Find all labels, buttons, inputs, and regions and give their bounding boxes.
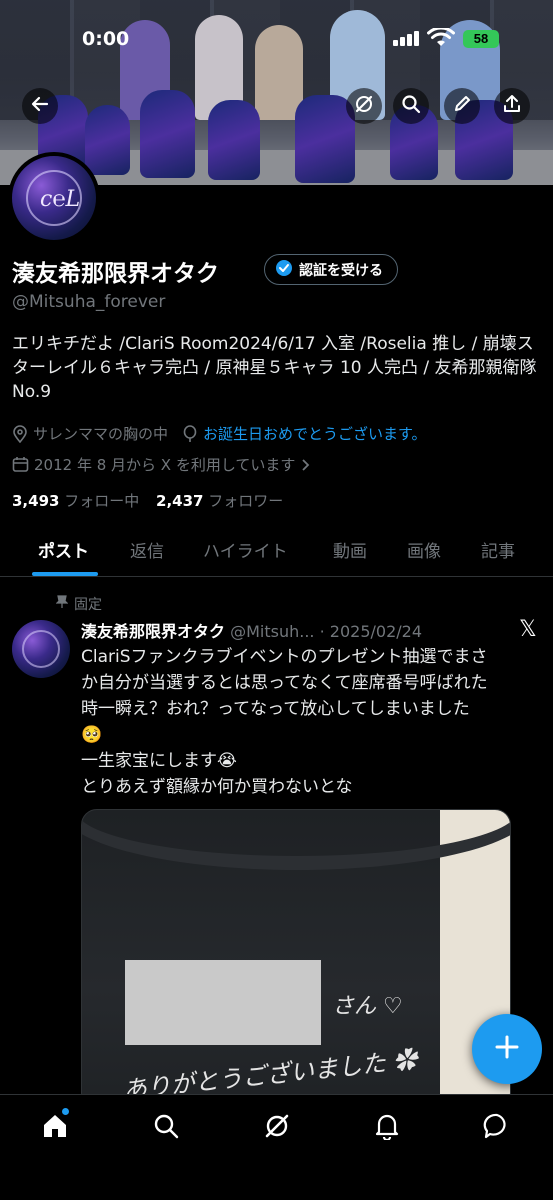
profile-avatar[interactable]: c℮L: [8, 152, 100, 244]
get-verified-label: 認証を受ける: [299, 262, 383, 279]
signal-icon: [393, 30, 421, 46]
x-logo-icon[interactable]: 𝕏: [519, 617, 537, 642]
followers-link[interactable]: 2,437 フォロワー: [156, 492, 283, 510]
wifi-icon: [427, 26, 455, 52]
banner-person: [208, 100, 260, 180]
active-tab-indicator: [32, 572, 98, 576]
tweet-author-name[interactable]: 湊友希那限界オタク: [81, 622, 225, 641]
banner-person: [140, 90, 195, 178]
following-link[interactable]: 3,493 フォロー中: [12, 492, 139, 510]
nav-home[interactable]: [40, 1113, 70, 1143]
followers-label: フォロワー: [208, 492, 284, 510]
notifications-icon: [374, 1112, 400, 1144]
search-icon: [153, 1113, 179, 1143]
battery-indicator: 58: [463, 30, 499, 48]
tweet-text-line: 一生家宝にします😭: [81, 751, 237, 771]
grok-button[interactable]: [346, 88, 382, 124]
tab-highlights[interactable]: ハイライト: [203, 537, 288, 562]
get-verified-button[interactable]: 認証を受ける: [264, 254, 398, 285]
back-button[interactable]: [22, 88, 58, 124]
nav-notifications[interactable]: [372, 1113, 402, 1143]
tab-replies[interactable]: 返信: [130, 537, 164, 562]
balloon-icon: [182, 424, 198, 443]
following-label: フォロー中: [64, 492, 140, 510]
avatar-logo: c℮L: [40, 187, 81, 212]
plus-icon: [494, 1034, 520, 1064]
profile-stats: 3,493 フォロー中 2,437 フォロワー: [12, 490, 283, 511]
tweet-date[interactable]: · 2025/02/24: [320, 622, 422, 641]
messages-icon: [483, 1112, 511, 1144]
tab-articles[interactable]: 記事: [481, 537, 515, 562]
nav-grok[interactable]: [262, 1113, 292, 1143]
search-icon: [401, 94, 421, 118]
pin-icon: [55, 595, 69, 613]
joined-row: 2012 年 8 月から X を利用しています: [12, 454, 316, 475]
tweet-media-image[interactable]: さん ♡ ありがとうございました ✿: [81, 809, 511, 1109]
search-button[interactable]: [393, 88, 429, 124]
tweet-header: 湊友希那限界オタク @Mitsuh... · 2025/02/24: [81, 618, 422, 642]
media-redacted-area: [125, 960, 321, 1045]
tweet-text-line: 時一瞬え？おれ？ってなって放心してしまいました: [81, 699, 470, 719]
status-time: 0:00: [82, 28, 130, 50]
pinned-label: 固定: [74, 597, 102, 613]
status-bar: 0:00 58: [0, 22, 553, 62]
chevron-right-icon: [301, 458, 311, 472]
tweet-text-line: ClariSファンクラブイベントのプレゼント抽選でまさ: [81, 647, 488, 667]
nav-search[interactable]: [151, 1113, 181, 1143]
verified-badge-icon: [275, 259, 293, 281]
tweet-author-handle[interactable]: @Mitsuh...: [230, 622, 314, 641]
profile-name: 湊友希那限界オタク: [12, 261, 219, 287]
tweet-text-line: とりあえず額縁か何か買わないとな: [81, 777, 353, 797]
banner-person: [85, 105, 130, 175]
profile-bio: エリキチだよ /ClariS Room2024/6/17 入室 /Roselia…: [12, 334, 537, 402]
followers-count: 2,437: [156, 492, 204, 510]
tweet-avatar[interactable]: [12, 620, 70, 678]
pinned-indicator: 固定: [55, 594, 102, 614]
edit-button[interactable]: [444, 88, 480, 124]
following-count: 3,493: [12, 492, 60, 510]
avatar-ring: [22, 630, 60, 668]
grok-icon: [353, 93, 375, 119]
bottom-navigation: [0, 1094, 553, 1200]
profile-tabs: ポスト 返信 ハイライト 動画 画像 記事: [0, 527, 553, 577]
nav-messages[interactable]: [482, 1113, 512, 1143]
tweet-text-line: 🥺: [81, 725, 103, 745]
calendar-icon: [12, 456, 29, 473]
joined-date[interactable]: 2012 年 8 月から X を利用しています: [34, 454, 295, 475]
home-icon: [41, 1112, 69, 1144]
tab-posts[interactable]: ポスト: [38, 537, 89, 562]
profile-location: サレンママの胸の中: [33, 425, 169, 443]
tab-media[interactable]: 画像: [407, 537, 441, 562]
birthday-link[interactable]: お誕生日おめでとうございます。: [203, 423, 427, 444]
tweet-text-line: か自分が当選するとは思ってなくて座席番号呼ばれた: [81, 673, 488, 693]
compose-button[interactable]: [472, 1014, 542, 1084]
tweet-text[interactable]: ClariSファンクラブイベントのプレゼント抽選でまさ か自分が当選するとは思っ…: [81, 644, 541, 800]
share-button[interactable]: [494, 88, 530, 124]
tab-videos[interactable]: 動画: [333, 537, 367, 562]
unread-dot: [62, 1108, 69, 1115]
profile-handle: @Mitsuha_forever: [12, 292, 166, 312]
profile-meta-row: サレンママの胸の中 お誕生日おめでとうございます。: [12, 423, 427, 444]
location-icon: [12, 424, 28, 443]
battery-level: 58: [473, 31, 489, 46]
edit-icon: [452, 94, 472, 118]
share-icon: [502, 94, 522, 118]
grok-icon: [263, 1112, 291, 1144]
back-arrow-icon: [30, 94, 50, 118]
media-handwriting: さん ♡: [332, 994, 403, 1019]
